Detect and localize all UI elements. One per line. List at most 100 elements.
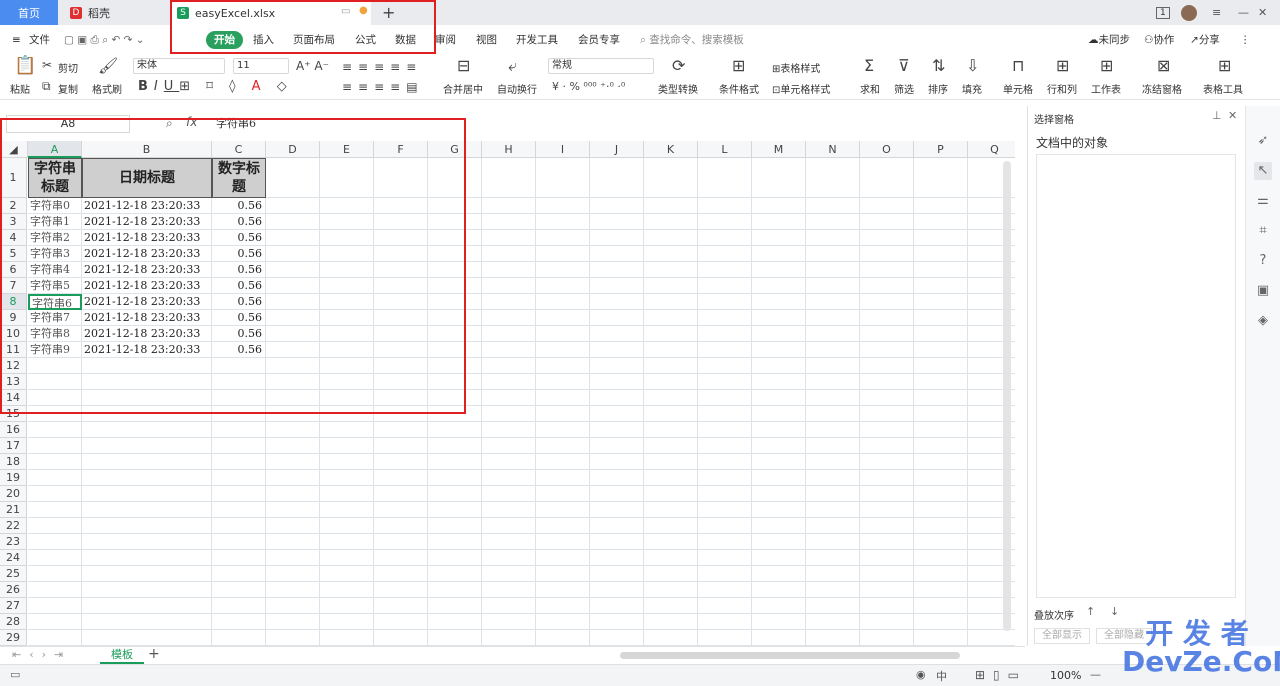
empty-cell[interactable] bbox=[860, 158, 914, 198]
empty-cell[interactable] bbox=[860, 502, 914, 518]
empty-cell[interactable] bbox=[28, 470, 82, 486]
empty-cell[interactable] bbox=[590, 294, 644, 310]
empty-cell[interactable] bbox=[536, 294, 590, 310]
empty-cell[interactable] bbox=[644, 630, 698, 646]
empty-cell[interactable] bbox=[914, 502, 968, 518]
tab-home[interactable]: 首页 bbox=[0, 0, 58, 25]
empty-cell[interactable] bbox=[374, 374, 428, 390]
empty-cell[interactable] bbox=[482, 358, 536, 374]
empty-cell[interactable] bbox=[320, 454, 374, 470]
column-header-N[interactable]: N bbox=[806, 141, 860, 158]
empty-cell[interactable] bbox=[536, 438, 590, 454]
empty-cell[interactable] bbox=[806, 534, 860, 550]
empty-cell[interactable] bbox=[644, 198, 698, 214]
empty-cell[interactable] bbox=[482, 534, 536, 550]
empty-cell[interactable] bbox=[806, 454, 860, 470]
row-header-29[interactable]: 29 bbox=[0, 630, 27, 646]
empty-cell[interactable] bbox=[536, 454, 590, 470]
empty-cell[interactable] bbox=[82, 486, 212, 502]
data-cell-A6[interactable]: 字符串4 bbox=[28, 262, 82, 278]
empty-cell[interactable] bbox=[28, 550, 82, 566]
empty-cell[interactable] bbox=[644, 230, 698, 246]
minimize-icon[interactable]: — bbox=[1238, 0, 1249, 25]
column-header-E[interactable]: E bbox=[320, 141, 374, 158]
empty-cell[interactable] bbox=[320, 566, 374, 582]
empty-cell[interactable] bbox=[590, 598, 644, 614]
empty-cell[interactable] bbox=[806, 390, 860, 406]
paste-button[interactable]: 粘贴 bbox=[10, 81, 30, 96]
row-header-24[interactable]: 24 bbox=[0, 550, 27, 566]
row-header-6[interactable]: 6 bbox=[0, 262, 27, 278]
search-command[interactable]: ⌕ 查找命令、搜索模板 bbox=[640, 25, 744, 55]
row-header-15[interactable]: 15 bbox=[0, 406, 27, 422]
empty-cell[interactable] bbox=[590, 262, 644, 278]
empty-cell[interactable] bbox=[860, 326, 914, 342]
empty-cell[interactable] bbox=[698, 454, 752, 470]
data-cell-A7[interactable]: 字符串5 bbox=[28, 278, 82, 294]
empty-cell[interactable] bbox=[28, 630, 82, 646]
empty-cell[interactable] bbox=[860, 230, 914, 246]
empty-cell[interactable] bbox=[374, 358, 428, 374]
column-header-C[interactable]: C bbox=[212, 141, 266, 158]
empty-cell[interactable] bbox=[482, 502, 536, 518]
empty-cell[interactable] bbox=[266, 630, 320, 646]
empty-cell[interactable] bbox=[698, 326, 752, 342]
empty-cell[interactable] bbox=[806, 422, 860, 438]
number-format-select[interactable]: 常规 bbox=[548, 58, 654, 74]
empty-cell[interactable] bbox=[914, 230, 968, 246]
empty-cell[interactable] bbox=[860, 294, 914, 310]
empty-cell[interactable] bbox=[644, 278, 698, 294]
empty-cell[interactable] bbox=[752, 358, 806, 374]
empty-cell[interactable] bbox=[698, 630, 752, 646]
empty-cell[interactable] bbox=[806, 406, 860, 422]
font-grow-icon[interactable]: A⁺ A⁻ bbox=[296, 59, 329, 73]
empty-cell[interactable] bbox=[806, 486, 860, 502]
empty-cell[interactable] bbox=[752, 486, 806, 502]
empty-cell[interactable] bbox=[914, 598, 968, 614]
data-cell-A9[interactable]: 字符串7 bbox=[28, 310, 82, 326]
data-cell-A8[interactable]: 字符串6 bbox=[28, 294, 82, 310]
empty-cell[interactable] bbox=[590, 614, 644, 630]
empty-cell[interactable] bbox=[752, 262, 806, 278]
table-tools-button[interactable]: 表格工具 bbox=[1203, 81, 1243, 96]
empty-cell[interactable] bbox=[698, 246, 752, 262]
empty-cell[interactable] bbox=[860, 358, 914, 374]
empty-cell[interactable] bbox=[212, 358, 266, 374]
sheet-nav-icons[interactable]: ⇤‹›⇥ bbox=[12, 648, 71, 661]
cut-button[interactable]: 剪切 bbox=[58, 60, 78, 75]
row-header-23[interactable]: 23 bbox=[0, 534, 27, 550]
empty-cell[interactable] bbox=[374, 262, 428, 278]
empty-cell[interactable] bbox=[590, 582, 644, 598]
row-header-20[interactable]: 20 bbox=[0, 486, 27, 502]
empty-cell[interactable] bbox=[536, 358, 590, 374]
empty-cell[interactable] bbox=[860, 278, 914, 294]
empty-cell[interactable] bbox=[536, 390, 590, 406]
empty-cell[interactable] bbox=[644, 158, 698, 198]
objects-list[interactable] bbox=[1036, 154, 1236, 598]
data-cell-B7[interactable]: 2021-12-18 23:20:33 bbox=[82, 278, 212, 294]
data-cell-A2[interactable]: 字符串0 bbox=[28, 198, 82, 214]
data-cell-A5[interactable]: 字符串3 bbox=[28, 246, 82, 262]
empty-cell[interactable] bbox=[752, 454, 806, 470]
empty-cell[interactable] bbox=[320, 470, 374, 486]
empty-cell[interactable] bbox=[82, 566, 212, 582]
empty-cell[interactable] bbox=[536, 310, 590, 326]
empty-cell[interactable] bbox=[806, 278, 860, 294]
empty-cell[interactable] bbox=[860, 518, 914, 534]
empty-cell[interactable] bbox=[28, 582, 82, 598]
empty-cell[interactable] bbox=[644, 614, 698, 630]
empty-cell[interactable] bbox=[806, 214, 860, 230]
empty-cell[interactable] bbox=[428, 198, 482, 214]
empty-cell[interactable] bbox=[374, 438, 428, 454]
empty-cell[interactable] bbox=[644, 262, 698, 278]
empty-cell[interactable] bbox=[28, 486, 82, 502]
monitor-icon[interactable]: ▭ bbox=[341, 6, 350, 17]
empty-cell[interactable] bbox=[428, 406, 482, 422]
empty-cell[interactable] bbox=[320, 630, 374, 646]
empty-cell[interactable] bbox=[644, 534, 698, 550]
empty-cell[interactable] bbox=[482, 486, 536, 502]
empty-cell[interactable] bbox=[806, 262, 860, 278]
empty-cell[interactable] bbox=[374, 214, 428, 230]
empty-cell[interactable] bbox=[266, 198, 320, 214]
empty-cell[interactable] bbox=[752, 470, 806, 486]
